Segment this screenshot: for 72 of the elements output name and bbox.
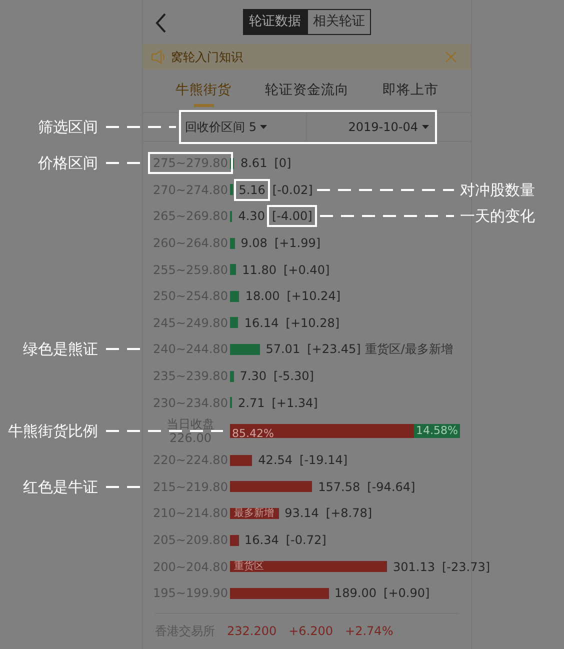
tab[interactable]: 即将上市 — [380, 72, 440, 110]
highlight-frame — [234, 178, 270, 201]
callout-label: 牛熊街货比例 — [8, 422, 98, 440]
daily-change: [-19.14] — [300, 454, 348, 466]
callout-label: 对冲股数量 — [460, 181, 535, 199]
daily-change: [+23.45] — [307, 343, 361, 356]
bar — [230, 534, 239, 546]
daily-change: [-5.30] — [274, 370, 314, 382]
daily-change: [+10.24] — [286, 290, 341, 302]
daily-change: [-0.72] — [286, 534, 326, 546]
callout-label: 红色是牛证 — [23, 478, 98, 496]
share-count: 2.71 — [238, 396, 265, 409]
share-count: 301.13 — [393, 560, 435, 573]
bar — [230, 290, 240, 302]
share-count: 157.58 — [318, 480, 360, 493]
bar-tag: 最多新增 — [234, 506, 274, 520]
segment-tab[interactable]: 相关轮证 — [307, 9, 371, 35]
index-price: 232.200 — [227, 622, 277, 640]
share-count: 11.80 — [242, 264, 276, 276]
daily-change: [+1.99] — [274, 237, 321, 250]
highlight-frame — [266, 205, 318, 228]
speaker-icon — [151, 50, 167, 64]
share-count: 189.00 — [334, 587, 377, 600]
share-count: 42.54 — [258, 454, 293, 466]
callout-label: 一天的变化 — [460, 207, 535, 225]
leader-line — [106, 126, 176, 128]
tab[interactable]: 牛熊街货 — [174, 72, 234, 110]
percent-label: 14.58% — [415, 424, 459, 438]
bar — [230, 344, 260, 355]
percent-label: 85.42% — [231, 427, 275, 440]
daily-change: [+8.78] — [326, 507, 372, 520]
callout-label: 筛选区间 — [38, 118, 98, 136]
tab[interactable]: 轮证资金流向 — [262, 72, 351, 110]
bar — [230, 210, 232, 222]
bar — [230, 370, 234, 382]
bar — [230, 238, 235, 249]
daily-change: [+10.28] — [286, 316, 340, 329]
daily-change: [0] — [274, 157, 292, 170]
notice-text[interactable]: 窝轮入门知识 — [171, 48, 243, 66]
range-dropdown[interactable]: 回收价区间 5 — [179, 113, 307, 141]
index-change: +6.200 — [288, 622, 334, 640]
share-count: 16.34 — [244, 534, 279, 546]
share-count: 9.08 — [240, 237, 268, 250]
daily-change: [-0.02] — [272, 184, 313, 196]
daily-change: [+0.40] — [284, 264, 330, 276]
share-count: 8.61 — [240, 157, 268, 170]
date-dropdown[interactable]: 2019-10-04 — [307, 113, 471, 141]
bar — [230, 264, 236, 276]
bar-tag: 重货区 — [234, 560, 264, 574]
caret-icon — [260, 125, 268, 129]
index-percent: +2.74% — [345, 622, 394, 640]
share-count: 93.14 — [284, 507, 319, 520]
bar — [230, 184, 233, 196]
share-count: 16.14 — [244, 316, 279, 329]
share-count: 7.30 — [240, 370, 267, 382]
callout-label: 绿色是熊证 — [23, 340, 98, 358]
daily-change: [-94.64] — [367, 480, 416, 493]
share-count: 18.00 — [245, 290, 280, 302]
zone-tag: 重货区/最多新增 — [364, 340, 453, 358]
bar — [230, 454, 252, 466]
daily-change: [+0.90] — [384, 587, 430, 600]
bar — [230, 317, 238, 328]
share-count: 4.30 — [238, 210, 265, 222]
caret-icon — [422, 125, 429, 129]
share-count: 5.16 — [238, 184, 266, 196]
daily-change: [+1.34] — [272, 396, 318, 409]
segment-tab[interactable]: 轮证数据 — [243, 9, 307, 35]
share-count: 57.01 — [266, 343, 300, 356]
callout-label: 价格区间 — [38, 154, 98, 172]
daily-change: [-4.00] — [272, 210, 312, 222]
daily-change: [-23.73] — [442, 560, 490, 573]
back-icon[interactable] — [155, 13, 167, 33]
